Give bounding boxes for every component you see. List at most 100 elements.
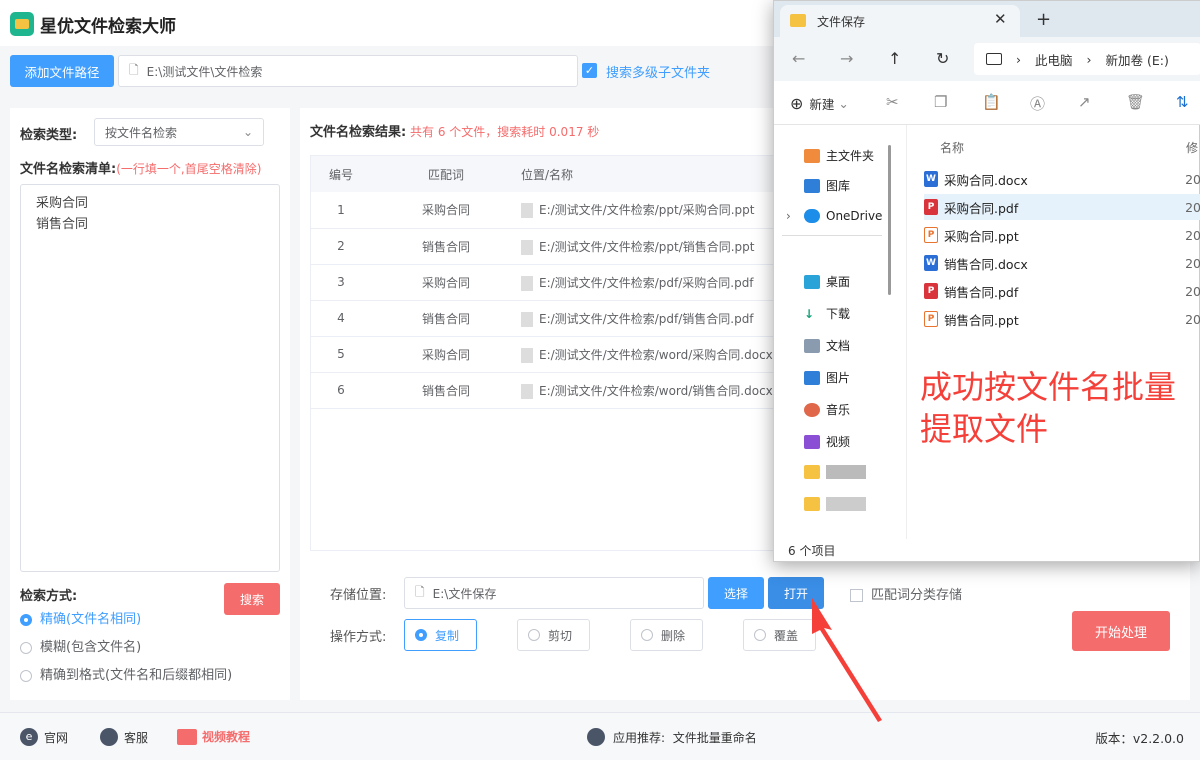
explorer-tab[interactable]: 文件保存 ✕ [780,5,1020,37]
delete-icon[interactable]: 🗑 [1126,93,1145,111]
file-date: 20 [1185,199,1200,215]
file-name: 采购合同.docx [944,172,1028,188]
save-path-input[interactable]: 🗋 E:\文件保存 [404,577,704,609]
file-date: 20 [1185,227,1200,243]
home-icon [804,148,820,163]
copy-icon[interactable]: ❐ [934,93,947,111]
breadcrumb-item[interactable]: 新加卷 (E:) [1106,50,1169,69]
nav-folder-blurred[interactable] [804,465,866,479]
add-path-button[interactable]: 添加文件路径 [10,55,114,87]
file-icon [521,275,533,291]
col-no: 编号 [311,156,371,192]
address-bar[interactable]: › 此电脑 › 新加卷 (E:) [974,43,1200,75]
support-link[interactable]: 客服 [100,728,148,746]
mode-exact-format[interactable]: 精确到格式(文件名和后缀都相同) [20,664,232,683]
cell-no: 1 [311,192,371,229]
forward-icon[interactable]: → [840,49,853,68]
path-input[interactable]: 🗋 E:\测试文件\文件检索 [118,55,578,87]
paste-icon[interactable]: 📋 [982,93,1001,111]
ie-icon: e [20,728,38,746]
column-name-header[interactable]: 名称 [940,139,964,156]
column-modified-header[interactable]: 修 [1186,139,1198,156]
file-icon [521,347,533,363]
nav-desktop[interactable]: 桌面 [804,273,850,290]
close-tab-icon[interactable]: ✕ [994,10,1007,28]
share-icon[interactable]: ↗ [1078,93,1091,111]
save-path-value: E:\文件保存 [432,586,497,601]
search-button[interactable]: 搜索 [224,583,280,615]
cell-word: 采购合同 [371,336,521,373]
document-icon [804,338,820,353]
list-label: 文件名检索清单: [20,162,117,177]
video-link[interactable]: 视频教程 [177,728,250,745]
file-name: 销售合同.pdf [944,284,1019,300]
pdf-file-icon: P [924,283,938,299]
subfolder-label[interactable]: 搜索多级子文件夹 [606,62,710,81]
mode-fuzzy[interactable]: 模糊(包含文件名) [20,636,141,655]
expand-icon[interactable]: › [786,209,791,223]
nav-gallery[interactable]: 图库 [804,177,850,194]
save-label: 存储位置: [330,588,387,603]
search-type-select[interactable]: 按文件名检索 ⌄ [94,118,264,146]
folder-icon [790,14,806,27]
mode-exact[interactable]: 精确(文件名相同) [20,608,141,627]
rename-icon[interactable]: Ⓐ [1030,93,1045,114]
website-link[interactable]: e 官网 [20,728,68,746]
nav-videos[interactable]: 视频 [804,433,850,450]
up-icon[interactable]: ↑ [888,49,901,68]
file-item[interactable]: W 采购合同.docx 20 [924,166,1200,192]
annotation-line: 成功按文件名批量 [920,368,1177,406]
new-button[interactable]: ⊕ 新建 ⌄ [790,94,849,113]
sort-icon[interactable]: ⇅ [1176,93,1189,111]
recommend-app-link[interactable]: 文件批量重命名 [673,729,757,746]
nav-home[interactable]: 主文件夹 [804,147,874,164]
file-name: 销售合同.ppt [944,312,1019,328]
chevron-right-icon: › [1086,51,1092,67]
cell-no: 2 [311,228,371,265]
search-mode-label: 检索方式: [20,589,78,604]
file-date: 20 [1185,171,1200,187]
search-type-value: 按文件名检索 [105,125,178,140]
command-bar: ⊕ 新建 ⌄ ✂ ❐ 📋 Ⓐ ↗ 🗑 ⇅ [774,81,1200,125]
nav-onedrive[interactable]: OneDrive [804,209,882,223]
annotation-text: 成功按文件名批量 提取文件 [920,366,1176,450]
op-delete[interactable]: 删除 [630,619,703,651]
link-icon [587,728,605,746]
cut-icon[interactable]: ✂ [886,93,899,111]
nav-pictures[interactable]: 图片 [804,369,850,386]
back-icon[interactable]: ← [792,49,805,68]
nav-downloads[interactable]: ↓ 下载 [804,305,850,322]
nav-folder-blurred[interactable] [804,497,866,511]
keyword-textarea[interactable]: 采购合同 销售合同 [20,184,280,572]
folder-icon [804,497,820,511]
breadcrumb-item[interactable]: 此电脑 [1035,50,1073,69]
file-item[interactable]: W 销售合同.docx 20 [924,250,1200,276]
file-icon [521,239,533,255]
new-tab-icon[interactable]: + [1036,9,1051,30]
website-label: 官网 [44,730,69,745]
file-item[interactable]: P 采购合同.pdf 20 [924,194,1200,220]
start-button[interactable]: 开始处理 [1072,611,1170,651]
refresh-icon[interactable]: ↻ [936,49,949,68]
file-item[interactable]: P 销售合同.ppt 20 [924,306,1200,332]
op-label-text: 删除 [661,628,686,643]
subfolder-checkbox[interactable]: ✓ [582,63,597,78]
app-title: 星优文件检索大师 [40,17,176,37]
nav-documents[interactable]: 文档 [804,337,850,354]
cloud-icon [804,209,820,223]
file-item[interactable]: P 销售合同.pdf 20 [924,278,1200,304]
ppt-file-icon: P [924,311,938,327]
choose-button[interactable]: 选择 [708,577,764,609]
nav-label: 主文件夹 [826,149,875,163]
mode-label: 模糊(包含文件名) [40,640,142,655]
file-explorer-window: 文件保存 ✕ + ← → ↑ ↻ › 此电脑 › 新加卷 (E:) ⊕ 新建 ⌄ ✂… [773,0,1200,562]
nav-music[interactable]: 音乐 [804,401,850,418]
op-copy[interactable]: 复制 [404,619,477,651]
cell-word: 销售合同 [371,300,521,337]
op-cut[interactable]: 剪切 [517,619,590,651]
file-item[interactable]: P 采购合同.ppt 20 [924,222,1200,248]
left-panel: 检索类型: 按文件名检索 ⌄ 文件名检索清单:(一行填一个,首尾空格清除) 采购合… [10,108,290,700]
path-text: E:/测试文件/文件检索/word/采购合同.docx [539,347,773,362]
cell-word: 销售合同 [371,228,521,265]
scrollbar[interactable] [888,145,891,295]
